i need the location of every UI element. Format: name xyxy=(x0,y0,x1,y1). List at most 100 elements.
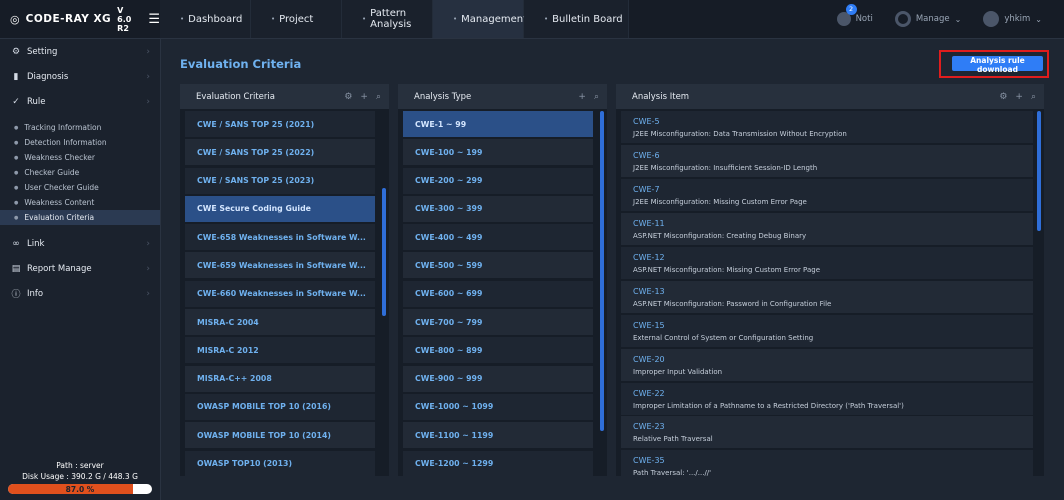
analysis-item-row[interactable]: CWE-15 External Control of System or Conf… xyxy=(621,314,1033,347)
list-item[interactable]: CWE-200 ~ 299 xyxy=(403,167,593,194)
search-icon[interactable]: ⌕ xyxy=(1031,92,1036,102)
user-menu[interactable]: yhkim ⌄ xyxy=(983,11,1042,27)
sidebar-section-link[interactable]: ∞ Link › xyxy=(0,231,160,256)
sidebar-section-rule[interactable]: ✓ Rule › xyxy=(0,89,160,114)
sidebar-item-user-checker-guide[interactable]: ● User Checker Guide xyxy=(0,180,160,195)
analysis-item-row[interactable]: CWE-20 Improper Input Validation xyxy=(621,348,1033,381)
scrollbar-thumb[interactable] xyxy=(600,111,604,431)
list-item[interactable]: CWE-900 ~ 999 xyxy=(403,365,593,392)
scrollbar-thumb[interactable] xyxy=(382,188,386,316)
list-item[interactable]: CWE-660 Weaknesses in Software W... xyxy=(185,280,375,307)
check-circle-icon: ✓ xyxy=(12,96,20,107)
sidebar-section-diagnosis[interactable]: ▮ Diagnosis › xyxy=(0,64,160,89)
analysis-item-row[interactable]: CWE-13 ASP.NET Misconfiguration: Password… xyxy=(621,280,1033,313)
sidebar-section-info[interactable]: ⓘ Info › xyxy=(0,281,160,306)
list-item[interactable]: CWE-1200 ~ 1299 xyxy=(403,450,593,476)
page-title: Evaluation Criteria xyxy=(180,57,302,71)
panel-header: Evaluation Criteria ⚙ + ⌕ xyxy=(180,84,389,109)
analysis-rule-download-button[interactable]: Analysis rule download xyxy=(952,56,1043,74)
list-item[interactable]: CWE-1 ~ 99 xyxy=(403,111,593,137)
list-item[interactable]: MISRA-C 2012 xyxy=(185,337,375,364)
list-item[interactable]: OWASP MOBILE TOP 10 (2016) xyxy=(185,393,375,420)
analysis-item-row[interactable]: CWE-12 ASP.NET Misconfiguration: Missing … xyxy=(621,246,1033,279)
add-icon[interactable]: + xyxy=(578,92,586,102)
bullet-icon: • xyxy=(362,15,367,23)
sidebar-section-setting[interactable]: ⚙ Setting › xyxy=(0,39,160,64)
cwe-description: Relative Path Traversal xyxy=(633,435,713,444)
list-item[interactable]: CWE-658 Weaknesses in Software W... xyxy=(185,224,375,251)
list-item[interactable]: CWE-600 ~ 699 xyxy=(403,280,593,307)
nav-management[interactable]: • Management xyxy=(433,0,528,38)
scrollbar[interactable] xyxy=(382,109,386,476)
analysis-item-panel: Analysis Item ⚙ + ⌕ CWE-5 J2EE Misconfigu… xyxy=(616,84,1044,476)
panel-title: Analysis Type xyxy=(414,91,472,102)
nav-project[interactable]: • Project xyxy=(251,0,342,38)
sidebar-item-label: Detection Information xyxy=(24,138,107,147)
sidebar-item-evaluation-criteria[interactable]: ● Evaluation Criteria xyxy=(0,210,160,225)
add-icon[interactable]: + xyxy=(360,92,368,102)
list-item[interactable]: CWE-800 ~ 899 xyxy=(403,337,593,364)
cwe-code: CWE-15 xyxy=(633,320,665,330)
search-icon[interactable]: ⌕ xyxy=(376,92,381,102)
sidebar-item-detection-information[interactable]: ● Detection Information xyxy=(0,135,160,150)
sidebar-section-label: Link xyxy=(27,238,45,249)
gear-icon[interactable]: ⚙ xyxy=(999,92,1007,102)
chevron-down-icon: ⌄ xyxy=(954,14,962,24)
gear-icon[interactable]: ⚙ xyxy=(344,92,352,102)
nav-bulletin-board[interactable]: • Bulletin Board xyxy=(524,0,629,38)
hamburger-menu-icon[interactable]: ☰ xyxy=(148,12,160,27)
list-item[interactable]: MISRA-C 2004 xyxy=(185,309,375,336)
nav-dashboard[interactable]: • Dashboard xyxy=(160,0,251,38)
manage-menu[interactable]: Manage ⌄ xyxy=(894,11,962,27)
gear-icon xyxy=(894,11,911,27)
list-item[interactable]: CWE-659 Weaknesses in Software W... xyxy=(185,252,375,279)
analysis-item-row[interactable]: CWE-22 Improper Limitation of a Pathname … xyxy=(621,382,1033,415)
list-item[interactable]: CWE Secure Coding Guide xyxy=(185,195,375,222)
scrollbar-thumb[interactable] xyxy=(1037,111,1041,231)
analysis-item-row[interactable]: CWE-5 J2EE Misconfiguration: Data Transmi… xyxy=(621,111,1033,143)
list-item[interactable]: OWASP MOBILE TOP 10 (2014) xyxy=(185,422,375,449)
sidebar: ⚙ Setting › ▮ Diagnosis › ✓ Rule › ● Trac… xyxy=(0,39,161,500)
nav-label: Management xyxy=(461,13,528,25)
nav-label: Project xyxy=(279,13,314,25)
list-item[interactable]: CWE / SANS TOP 25 (2021) xyxy=(185,111,375,137)
analysis-item-row[interactable]: CWE-7 J2EE Misconfiguration: Missing Cust… xyxy=(621,178,1033,211)
sidebar-section-report-manage[interactable]: ▤ Report Manage › xyxy=(0,256,160,281)
analysis-item-row[interactable]: CWE-6 J2EE Misconfiguration: Insufficient… xyxy=(621,144,1033,177)
panel-tools: + ⌕ xyxy=(578,84,599,109)
app-logo[interactable]: ◎ CODE-RAY XG V 6.0 R2 ☰ xyxy=(0,0,160,38)
list-item[interactable]: CWE / SANS TOP 25 (2022) xyxy=(185,139,375,166)
cwe-description: J2EE Misconfiguration: Data Transmission… xyxy=(633,130,847,138)
list-item[interactable]: CWE-500 ~ 599 xyxy=(403,252,593,279)
search-icon[interactable]: ⌕ xyxy=(594,92,599,102)
sidebar-item-checker-guide[interactable]: ● Checker Guide xyxy=(0,165,160,180)
sidebar-section-label: Report Manage xyxy=(27,263,92,274)
list-item[interactable]: CWE / SANS TOP 25 (2023) xyxy=(185,167,375,194)
top-bar: ◎ CODE-RAY XG V 6.0 R2 ☰ • Dashboard • Pro… xyxy=(0,0,1064,39)
sidebar-section-label: Info xyxy=(27,288,44,299)
list-item[interactable]: OWASP TOP10 (2013) xyxy=(185,450,375,476)
list-item[interactable]: CWE-1100 ~ 1199 xyxy=(403,422,593,449)
panel-body: CWE-1 ~ 99 CWE-100 ~ 199 CWE-200 ~ 299 CWE-… xyxy=(398,109,607,476)
list-item[interactable]: CWE-1000 ~ 1099 xyxy=(403,393,593,420)
add-icon[interactable]: + xyxy=(1015,92,1023,102)
list-item[interactable]: CWE-700 ~ 799 xyxy=(403,309,593,336)
chevron-right-icon: › xyxy=(146,71,150,82)
nav-pattern-analysis[interactable]: • Pattern Analysis xyxy=(342,0,433,38)
list-item[interactable]: CWE-300 ~ 399 xyxy=(403,195,593,222)
analysis-item-row[interactable]: CWE-35 Path Traversal: '.../...//' xyxy=(621,450,1033,476)
list-item[interactable]: CWE-400 ~ 499 xyxy=(403,224,593,251)
sidebar-item-tracking-information[interactable]: ● Tracking Information xyxy=(0,120,160,135)
chevron-right-icon: › xyxy=(146,46,150,57)
list-item[interactable]: MISRA-C++ 2008 xyxy=(185,365,375,392)
sidebar-item-weakness-checker[interactable]: ● Weakness Checker xyxy=(0,150,160,165)
panel-body: CWE-5 J2EE Misconfiguration: Data Transmi… xyxy=(616,109,1044,476)
bar-chart-icon: ▮ xyxy=(13,71,19,82)
analysis-item-row[interactable]: CWE-23 Relative Path Traversal xyxy=(621,416,1033,449)
analysis-item-row[interactable]: CWE-11 ASP.NET Misconfiguration: Creating… xyxy=(621,212,1033,245)
sidebar-item-weakness-content[interactable]: ● Weakness Content xyxy=(0,195,160,210)
scrollbar[interactable] xyxy=(1037,109,1041,476)
scrollbar[interactable] xyxy=(600,109,604,476)
notifications-button[interactable]: 2 Noti xyxy=(836,4,873,26)
list-item[interactable]: CWE-100 ~ 199 xyxy=(403,139,593,166)
